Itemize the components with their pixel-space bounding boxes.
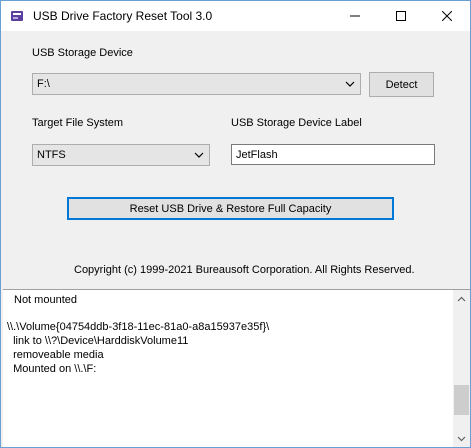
chevron-up-icon [457,296,466,301]
log-line: Not mounted [14,294,77,306]
usb-drive-icon [11,11,23,21]
scroll-down-button[interactable] [453,430,470,447]
chevron-down-icon [345,81,355,87]
device-label-input[interactable] [232,145,434,164]
log-line: Mounted on \\.\F: [7,363,97,375]
app-window: USB Drive Factory Reset Tool 3.0 USB Sto… [0,0,471,448]
reset-usb-button[interactable]: Reset USB Drive & Restore Full Capacity [67,197,394,220]
scrollbar-thumb[interactable] [454,385,469,415]
copyright-text: Copyright (c) 1999-2021 Bureausoft Corpo… [74,264,415,276]
log-output[interactable]: Not mounted \\.\Volume{04754ddb-3f18-11e… [3,289,470,447]
log-line: \\.\Volume{04754ddb-3f18-11ec-81a0-a8a15… [7,321,270,333]
title-bar[interactable]: USB Drive Factory Reset Tool 3.0 [1,1,470,31]
maximize-icon [396,11,406,21]
close-icon [442,11,452,21]
usb-device-label: USB Storage Device [32,47,133,59]
device-label-field[interactable] [231,144,435,165]
window-title: USB Drive Factory Reset Tool 3.0 [33,9,213,23]
chevron-down-icon [457,436,466,441]
maximize-button[interactable] [378,1,424,31]
scroll-up-button[interactable] [453,290,470,307]
filesystem-dropdown[interactable]: NTFS [32,144,210,166]
vertical-scrollbar[interactable] [453,290,470,447]
close-button[interactable] [424,1,470,31]
device-label-caption: USB Storage Device Label [231,117,362,129]
filesystem-value: NTFS [37,149,66,161]
filesystem-label: Target File System [32,117,124,129]
usb-device-value: F:\ [37,78,50,90]
log-line: removeable media [7,349,104,361]
log-line: link to \\?\Device\HarddiskVolume11 [7,335,189,347]
usb-device-dropdown[interactable]: F:\ [32,73,361,95]
detect-button[interactable]: Detect [369,72,434,97]
minimize-button[interactable] [332,1,378,31]
minimize-icon [350,15,360,17]
chevron-down-icon [194,152,204,158]
